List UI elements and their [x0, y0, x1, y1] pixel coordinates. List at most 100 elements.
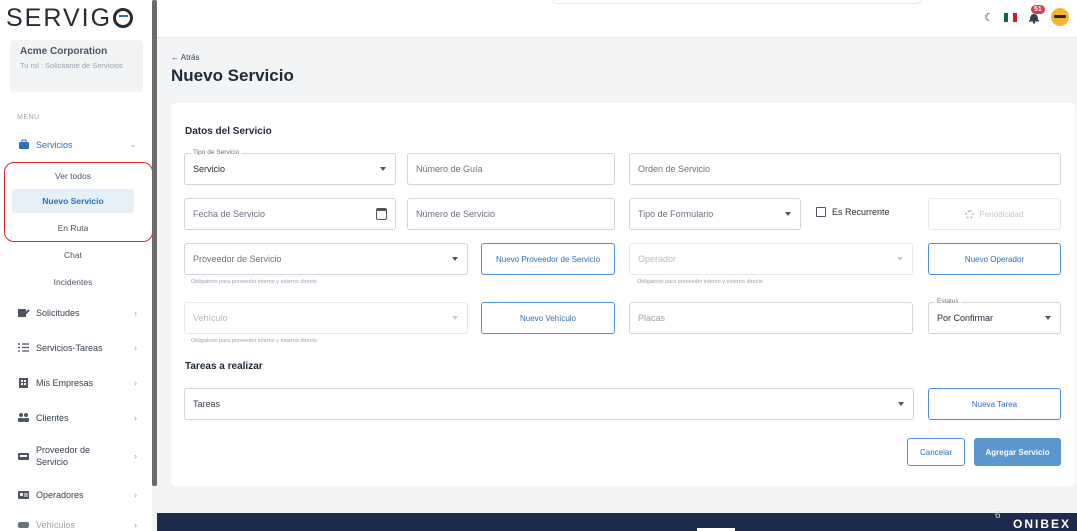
sidebar-item-label: Clientes [36, 412, 69, 423]
operador-helper: Obligatorio para proveedor interno y ext… [637, 279, 763, 285]
orden-servicio-field[interactable]: Orden de Servicio [629, 153, 1061, 185]
select-value: Servicio [193, 164, 226, 174]
caret-down-icon [380, 167, 386, 171]
back-link[interactable]: ← Atrás [171, 53, 199, 62]
operador-select[interactable]: Operador [629, 243, 913, 275]
tipo-formulario-select[interactable]: Tipo de Formulario [629, 198, 801, 230]
sidebar-item-label: Solicitudes [36, 307, 80, 318]
mexico-flag-icon[interactable] [1004, 12, 1017, 22]
sidebar-item-label: Operadores [36, 489, 84, 500]
briefcase-icon [17, 139, 30, 150]
logo-text: SERVIG [6, 4, 113, 32]
estatus-select[interactable]: Estatus Por Confirmar [928, 298, 1061, 334]
tipo-servicio-select[interactable]: Tipo de Servicio Servicio [184, 149, 396, 185]
field-placeholder: Número de Guía [416, 164, 483, 174]
company-name: Acme Corporation [20, 46, 108, 57]
numero-servicio-field[interactable]: Número de Servicio [407, 198, 615, 230]
sidebar-subitem-chat[interactable]: Chat [12, 243, 134, 267]
vehiculo-helper: Obligatorio para proveedor interno y ext… [191, 338, 317, 344]
footer-brand: ONIBEX [1012, 517, 1071, 531]
users-icon [17, 412, 30, 423]
chevron-right-icon: › [134, 489, 137, 500]
sidebar-item-proveedor[interactable]: Proveedor de Servicio › [17, 444, 137, 468]
es-recurrente-checkbox[interactable]: Es Recurrente [816, 207, 890, 217]
sidebar-subitem-nuevo-servicio[interactable]: Nuevo Servicio [12, 189, 134, 213]
gear-icon [965, 209, 975, 219]
sidebar-item-label: Servicios-Tareas [36, 342, 103, 353]
field-placeholder: Fecha de Servicio [193, 209, 266, 219]
checkbox-box[interactable] [816, 207, 826, 217]
field-label: Tipo de Servicio [191, 149, 242, 156]
sidebar-scrollbar[interactable] [152, 0, 157, 486]
id-card-icon [17, 489, 30, 500]
field-placeholder: Número de Servicio [416, 209, 496, 219]
edit-doc-icon [17, 307, 30, 318]
fecha-servicio-field[interactable]: Fecha de Servicio [184, 198, 396, 230]
section-title-tareas: Tareas a realizar [185, 361, 263, 372]
bell-icon[interactable]: 51 [1027, 5, 1045, 24]
sidebar: SERVIG Acme Corporation Tu rol : Solicit… [0, 0, 153, 531]
sidebar-item-clientes[interactable]: Clientes › [17, 412, 137, 423]
sidebar-item-servicios-tareas[interactable]: Servicios-Tareas › [17, 342, 137, 353]
sidebar-subitem-ver-todos[interactable]: Ver todos [12, 164, 134, 188]
chevron-right-icon: › [134, 377, 137, 388]
nuevo-operador-button[interactable]: Nuevo Operador [928, 243, 1061, 275]
caret-down-icon [898, 402, 904, 406]
caret-down-icon [452, 257, 458, 261]
logo-mark-icon [113, 8, 134, 28]
truck-icon [17, 451, 30, 462]
sidebar-item-vehiculos[interactable]: Vehículos › [17, 519, 137, 530]
proveedor-helper: Obligatorio para proveedor interno y ext… [191, 279, 317, 285]
checkbox-label: Es Recurrente [832, 207, 890, 217]
field-placeholder: Vehículo [193, 313, 228, 323]
form-card: Datos del Servicio Tipo de Servicio Serv… [171, 103, 1075, 486]
calendar-icon[interactable] [376, 208, 387, 220]
field-placeholder: Operador [638, 254, 677, 264]
car-icon [17, 519, 30, 530]
sidebar-item-label: Proveedor de Servicio [36, 445, 91, 467]
sidebar-item-solicitudes[interactable]: Solicitudes › [17, 307, 137, 318]
sidebar-subitem-en-ruta[interactable]: En Ruta [12, 216, 134, 240]
chevron-right-icon: › [134, 519, 137, 530]
periodicidad-button[interactable]: Periodicidad [928, 198, 1061, 230]
moon-icon[interactable]: ☾ [984, 11, 994, 24]
field-label: Estatus [935, 298, 961, 305]
chevron-right-icon: › [134, 451, 137, 461]
chevron-right-icon: › [134, 307, 137, 318]
placas-field[interactable]: Placas [629, 302, 913, 334]
caret-down-icon [452, 316, 458, 320]
field-placeholder: Proveedor de Servicio [193, 254, 282, 264]
select-value: Por Confirmar [937, 313, 994, 323]
sidebar-subitem-incidentes[interactable]: Incidentes [12, 270, 134, 294]
chevron-down-icon: ⌄ [129, 139, 137, 149]
sidebar-item-mis-empresas[interactable]: Mis Empresas › [17, 377, 137, 388]
caret-down-icon [897, 257, 903, 261]
field-placeholder: Tipo de Formulario [638, 209, 714, 219]
sidebar-item-operadores[interactable]: Operadores › [17, 489, 137, 500]
chevron-right-icon: › [134, 342, 137, 353]
avatar[interactable] [1051, 8, 1069, 26]
numero-guia-field[interactable]: Número de Guía [407, 153, 615, 185]
proveedor-select[interactable]: Proveedor de Servicio [184, 243, 468, 275]
agregar-servicio-button[interactable]: Agregar Servicio [974, 438, 1061, 466]
tareas-select[interactable]: Tareas [184, 388, 914, 420]
app-logo[interactable]: SERVIG [6, 4, 134, 33]
caret-down-icon [785, 212, 791, 216]
button-label: Periodicidad [979, 209, 1024, 219]
sidebar-item-label: Mis Empresas [36, 377, 94, 388]
company-card: Acme Corporation Tu rol : Solicitante de… [10, 40, 143, 92]
building-icon [17, 377, 30, 388]
page-number: 6 [995, 510, 1001, 521]
nueva-tarea-button[interactable]: Nueva Tarea [928, 388, 1061, 420]
chevron-right-icon: › [134, 412, 137, 423]
vehiculo-select[interactable]: Vehículo [184, 302, 468, 334]
nuevo-vehiculo-button[interactable]: Nuevo Vehículo [481, 302, 615, 334]
checklist-icon [17, 342, 30, 353]
footer: ONIBEX [157, 513, 1077, 531]
sidebar-item-servicios[interactable]: Servicios ⌄ [17, 139, 137, 150]
field-placeholder: Orden de Servicio [638, 164, 711, 174]
page-title: Nuevo Servicio [171, 66, 294, 85]
nuevo-proveedor-button[interactable]: Nuevo Proveedor de Servicio [481, 243, 615, 275]
cancel-button[interactable]: Cancelar [907, 438, 965, 466]
section-title-datos: Datos del Servicio [185, 126, 272, 137]
